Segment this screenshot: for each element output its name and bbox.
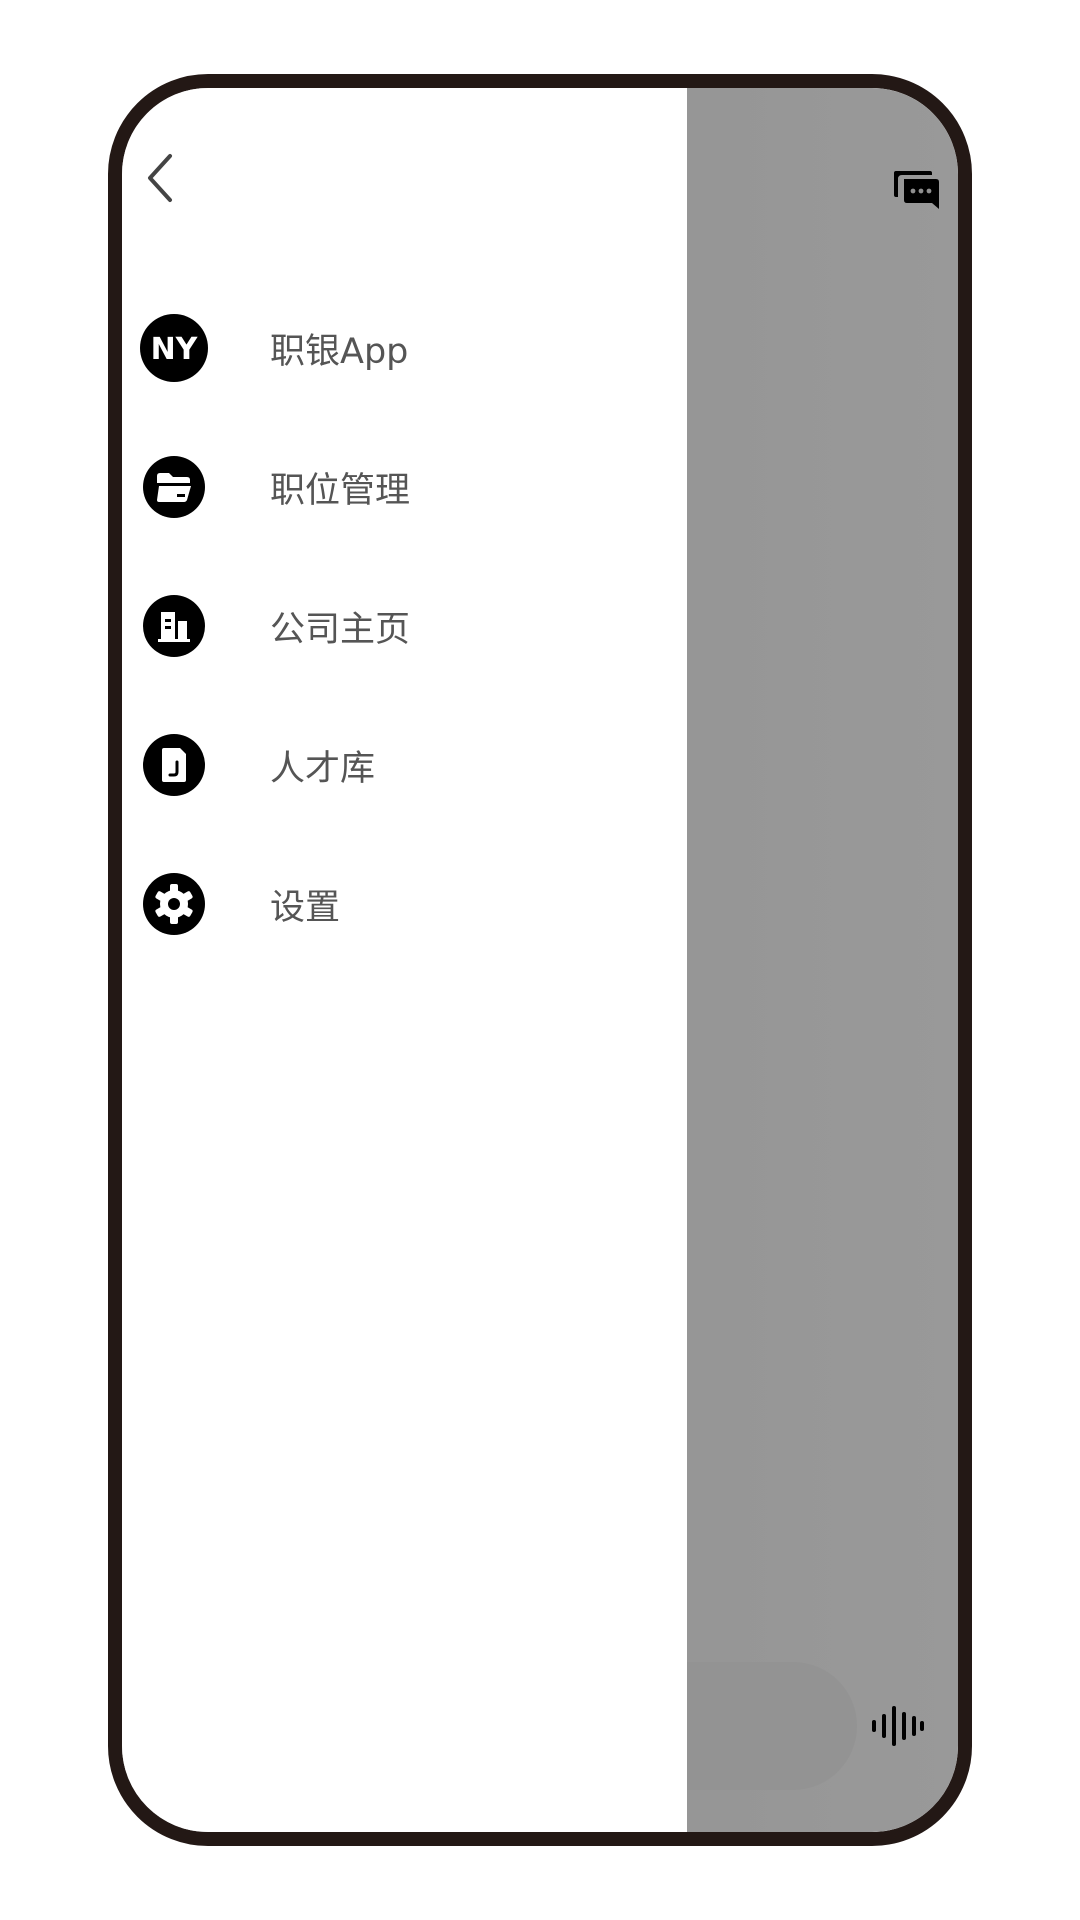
menu-item-zhiyin-app[interactable]: NY 职银App <box>140 298 660 398</box>
app-logo-icon: NY <box>140 314 208 382</box>
message-input-area[interactable] <box>687 1662 857 1790</box>
menu-item-label: 设置 <box>270 887 341 928</box>
back-button[interactable] <box>132 150 188 206</box>
gear-icon <box>140 870 208 938</box>
menu-item-company-home[interactable]: 公司主页 <box>140 576 660 676</box>
voice-button[interactable] <box>866 1698 930 1754</box>
menu-item-label: 人才库 <box>270 748 376 789</box>
document-icon <box>140 731 208 799</box>
side-drawer: NY 职银App 职位管理 公司主页 人才库 设置 <box>122 88 687 1832</box>
menu-item-job-management[interactable]: 职位管理 <box>140 437 660 537</box>
phone-frame: NY 职银App 职位管理 公司主页 人才库 设置 <box>108 74 972 1846</box>
menu-item-label: 职位管理 <box>270 470 411 511</box>
menu-item-talent-pool[interactable]: 人才库 <box>140 715 660 815</box>
chat-button[interactable] <box>888 162 944 218</box>
building-icon <box>140 592 208 660</box>
chevron-left-icon <box>148 154 172 202</box>
folder-icon <box>140 453 208 521</box>
chat-icon <box>894 171 939 209</box>
menu-item-label: 公司主页 <box>270 609 411 650</box>
voice-wave-icon <box>872 1706 924 1746</box>
menu-item-label: 职银App <box>270 331 409 372</box>
menu-item-settings[interactable]: 设置 <box>140 854 660 954</box>
app-logo-text: NY <box>151 332 199 367</box>
